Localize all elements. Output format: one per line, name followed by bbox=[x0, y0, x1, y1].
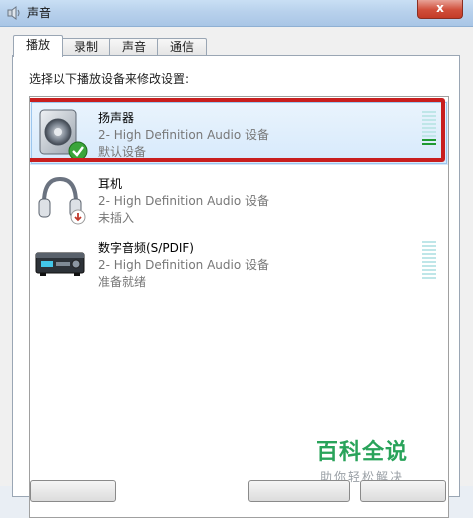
tab-sounds[interactable]: 声音 bbox=[109, 38, 159, 56]
level-bar bbox=[422, 111, 436, 113]
level-bar bbox=[422, 245, 436, 247]
instruction-text: 选择以下播放设备来修改设置: bbox=[29, 72, 190, 86]
level-bar bbox=[422, 265, 436, 267]
configure-button[interactable] bbox=[30, 480, 116, 502]
device-row-headphones[interactable]: 耳机 2- High Definition Audio 设备 未插入 bbox=[30, 167, 448, 231]
level-bar bbox=[422, 241, 436, 243]
close-button[interactable]: x bbox=[417, 0, 463, 19]
level-bar bbox=[422, 135, 436, 137]
volume-level-meter bbox=[422, 111, 436, 147]
device-status: 未插入 bbox=[98, 211, 135, 225]
window-client-area: 播放 录制 声音 通信 选择以下播放设备来修改设置: 扬声器 2- High D… bbox=[0, 27, 473, 518]
watermark-main-text: 百科全说 bbox=[315, 440, 408, 465]
device-description: 2- High Definition Audio 设备 bbox=[98, 258, 270, 272]
properties-button[interactable] bbox=[360, 480, 446, 502]
close-icon: x bbox=[436, 1, 444, 15]
watermark-logo: 百科全说 助你轻松解决 bbox=[316, 434, 408, 485]
default-check-icon bbox=[68, 141, 88, 161]
device-name: 扬声器 bbox=[98, 111, 135, 125]
level-bar bbox=[422, 261, 436, 263]
level-bar bbox=[422, 131, 436, 133]
device-description: 2- High Definition Audio 设备 bbox=[98, 128, 270, 142]
level-bar bbox=[422, 273, 436, 275]
level-bar bbox=[422, 249, 436, 251]
level-bar bbox=[422, 257, 436, 259]
window-title: 声音 bbox=[27, 6, 52, 20]
playback-panel: 选择以下播放设备来修改设置: 扬声器 2- High Definition Au… bbox=[12, 55, 460, 518]
tab-recording[interactable]: 录制 bbox=[61, 38, 111, 56]
speaker-app-icon bbox=[7, 6, 20, 20]
level-bar bbox=[422, 277, 436, 279]
level-bar bbox=[422, 123, 436, 125]
level-bar bbox=[422, 127, 436, 129]
level-bar bbox=[422, 119, 436, 121]
device-row-speakers[interactable]: 扬声器 2- High Definition Audio 设备 默认设备 bbox=[30, 98, 448, 165]
tab-playback[interactable]: 播放 bbox=[13, 35, 63, 57]
device-status: 准备就绪 bbox=[98, 275, 147, 289]
set-default-button[interactable] bbox=[248, 480, 350, 502]
device-name: 耳机 bbox=[98, 177, 123, 191]
device-name: 数字音频(S/PDIF) bbox=[98, 241, 194, 255]
unplugged-icon bbox=[70, 209, 86, 225]
level-bar bbox=[422, 139, 436, 141]
level-bar bbox=[422, 269, 436, 271]
level-bar bbox=[422, 253, 436, 255]
volume-level-meter bbox=[422, 241, 436, 281]
title-bar: 声音 x bbox=[0, 0, 473, 27]
level-bar bbox=[422, 143, 436, 145]
tab-communications[interactable]: 通信 bbox=[157, 38, 207, 56]
playback-device-list[interactable]: 扬声器 2- High Definition Audio 设备 默认设备 耳机 … bbox=[29, 96, 449, 518]
device-status: 默认设备 bbox=[98, 145, 147, 159]
device-row-spdif[interactable]: 数字音频(S/PDIF) 2- High Definition Audio 设备… bbox=[30, 231, 448, 295]
level-bar bbox=[422, 115, 436, 117]
spdif-device-icon bbox=[35, 252, 85, 276]
device-description: 2- High Definition Audio 设备 bbox=[98, 194, 270, 208]
